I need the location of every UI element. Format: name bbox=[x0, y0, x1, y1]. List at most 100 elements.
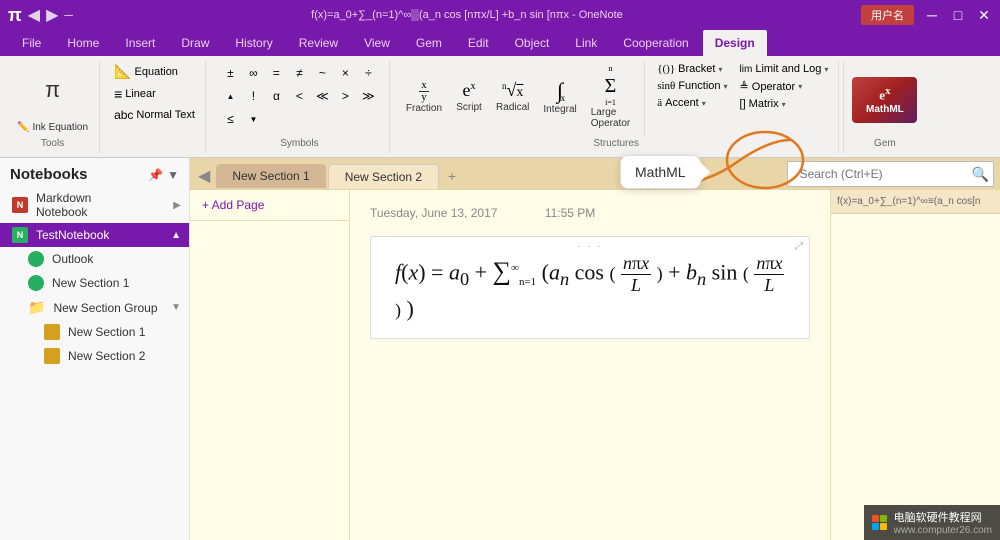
symbols-label: Symbols bbox=[280, 138, 318, 151]
sym-div[interactable]: ÷ bbox=[357, 62, 379, 84]
tools-label: Tools bbox=[41, 138, 64, 151]
sym-tilde[interactable]: ~ bbox=[311, 62, 333, 84]
sidebar-item-section-group[interactable]: 📁 New Section Group ▼ bbox=[0, 295, 189, 320]
watermark: 电脑软硬件教程网 www.computer26.com bbox=[864, 505, 1000, 540]
tab-file[interactable]: File bbox=[10, 30, 53, 56]
limit-log-dropdown[interactable]: lim Limit and Log ▾ bbox=[736, 62, 833, 76]
sym-gg[interactable]: ≫ bbox=[357, 85, 379, 107]
linear-icon: ≡ bbox=[114, 86, 122, 102]
sym-lt[interactable]: < bbox=[288, 85, 310, 107]
pin-btn[interactable]: ─ bbox=[64, 8, 73, 22]
maximize-btn[interactable]: □ bbox=[950, 7, 966, 23]
sym-pm[interactable]: ± bbox=[219, 62, 241, 84]
sym-neq[interactable]: ≠ bbox=[288, 62, 310, 84]
matrix-dropdown[interactable]: [] Matrix ▾ bbox=[736, 97, 790, 111]
mathml-gem-btn[interactable]: ex MathML bbox=[852, 77, 917, 122]
tab-view[interactable]: View bbox=[352, 30, 402, 56]
sidebar-item-testnotebook[interactable]: N TestNotebook ▲ bbox=[0, 223, 189, 247]
markdown-expand-icon[interactable]: ▶ bbox=[173, 200, 181, 211]
ribbon-group-equation-type: 📐 Equation ≡ Linear abc Normal Text bbox=[104, 60, 206, 153]
subsection1-label: New Section 1 bbox=[68, 325, 145, 339]
minimize-btn[interactable]: ─ bbox=[924, 7, 940, 23]
note-time-value: 11:55 PM bbox=[545, 206, 595, 220]
sidebar-item-markdown[interactable]: N MarkdownNotebook ▶ bbox=[0, 187, 189, 223]
sym-excl[interactable]: ! bbox=[242, 85, 264, 107]
tab-review[interactable]: Review bbox=[287, 30, 350, 56]
section-tab-2[interactable]: New Section 2 bbox=[328, 164, 439, 189]
bracket-dropdown[interactable]: {()} Bracket ▾ bbox=[653, 62, 726, 76]
tab-gem[interactable]: Gem bbox=[404, 30, 454, 56]
sidebar-item-new-section1[interactable]: New Section 1 bbox=[0, 271, 189, 295]
equation-btn[interactable]: π bbox=[37, 62, 68, 117]
search-input[interactable] bbox=[792, 164, 972, 184]
note-date-value: Tuesday, June 13, 2017 bbox=[370, 206, 497, 220]
sidebar-item-outlook[interactable]: Outlook bbox=[0, 247, 189, 271]
ink-equation-btn[interactable]: ✏️ Ink Equation bbox=[12, 119, 93, 136]
function-icon: sinθ bbox=[657, 80, 675, 92]
ribbon-group-gem: ex MathML Gem bbox=[843, 60, 925, 153]
tab-design[interactable]: Design bbox=[703, 30, 767, 56]
linear-btn[interactable]: ≡ Linear bbox=[110, 85, 160, 103]
sym-gt[interactable]: > bbox=[334, 85, 356, 107]
forward-btn[interactable]: ▶ bbox=[46, 5, 58, 25]
sym-leq[interactable]: ≤ bbox=[219, 108, 241, 130]
sidebar-chevron-icon[interactable]: ▼ bbox=[167, 168, 179, 182]
close-btn[interactable]: ✕ bbox=[976, 7, 992, 23]
search-icon[interactable]: 🔍 bbox=[972, 166, 989, 183]
sidebar-pin-icon[interactable]: 📌 bbox=[148, 168, 163, 182]
normal-text-btn[interactable]: abc Normal Text bbox=[110, 107, 199, 123]
new-section1-icon bbox=[28, 275, 44, 291]
section-tab-1[interactable]: New Section 1 bbox=[216, 164, 325, 188]
outlook-label: Outlook bbox=[52, 252, 93, 266]
eq-expand-icon[interactable]: ⤢ bbox=[795, 241, 803, 252]
fraction-btn[interactable]: x y Fraction bbox=[400, 78, 448, 116]
section-nav-back[interactable]: ◀ bbox=[198, 166, 210, 186]
sym-times[interactable]: × bbox=[334, 62, 356, 84]
section-group-label: New Section Group bbox=[53, 301, 157, 315]
script-btn[interactable]: ex Script bbox=[450, 78, 488, 115]
back-btn[interactable]: ◀ bbox=[28, 5, 40, 25]
watermark-text: 电脑软硬件教程网 www.computer26.com bbox=[894, 509, 992, 536]
tab-insert[interactable]: Insert bbox=[113, 30, 167, 56]
add-page-btn[interactable]: + Add Page bbox=[190, 190, 349, 221]
section-group-expand[interactable]: ▼ bbox=[171, 302, 181, 313]
tab-draw[interactable]: Draw bbox=[169, 30, 221, 56]
ribbon-group-tools: π ✏️ Ink Equation Tools bbox=[6, 60, 100, 153]
right-panel: f(x)=a_0+∑_(n=1)^∞≡(a_n cos[n bbox=[830, 190, 1000, 540]
user-btn[interactable]: 用户名 bbox=[861, 5, 914, 25]
sym-alpha[interactable]: α bbox=[265, 85, 287, 107]
markdown-notebook-label: MarkdownNotebook bbox=[36, 191, 91, 219]
title-bar-left: π ◀ ▶ ─ bbox=[8, 5, 73, 26]
tab-link[interactable]: Link bbox=[563, 30, 609, 56]
sidebar-item-subsection2[interactable]: New Section 2 bbox=[0, 344, 189, 368]
function-dropdown[interactable]: sinθ Function ▾ bbox=[653, 79, 731, 93]
tab-edit[interactable]: Edit bbox=[456, 30, 501, 56]
sym-expand[interactable]: ▲ bbox=[219, 85, 241, 107]
integral-btn[interactable]: ∫x Integral bbox=[537, 76, 582, 117]
sym-inf[interactable]: ∞ bbox=[242, 62, 264, 84]
professional-btn[interactable]: 📐 Equation bbox=[110, 62, 182, 81]
sym-ll[interactable]: ≪ bbox=[311, 85, 333, 107]
tab-history[interactable]: History bbox=[223, 30, 284, 56]
notebooks-title: Notebooks bbox=[10, 166, 88, 183]
radical-btn[interactable]: n√x Radical bbox=[490, 78, 535, 115]
sym-eq[interactable]: = bbox=[265, 62, 287, 84]
tab-home[interactable]: Home bbox=[55, 30, 111, 56]
operator-dropdown[interactable]: ≜ Operator ▾ bbox=[736, 79, 807, 94]
bracket-dropdown-arrow: ▾ bbox=[718, 65, 722, 74]
tab-object[interactable]: Object bbox=[503, 30, 562, 56]
sidebar-item-subsection1[interactable]: New Section 1 bbox=[0, 320, 189, 344]
structures-label: Structures bbox=[593, 138, 639, 151]
equation-text: f(x) = a0 + ∑∞n=1 (an cos ( nπx L ) + bn… bbox=[395, 253, 785, 322]
tab-cooperation[interactable]: Cooperation bbox=[611, 30, 700, 56]
testnotebook-icon: N bbox=[12, 227, 28, 243]
section-tab-add[interactable]: + bbox=[441, 165, 463, 187]
testnotebook-collapse-icon[interactable]: ▲ bbox=[171, 230, 181, 241]
gem-label: Gem bbox=[874, 138, 896, 151]
right-panel-preview: f(x)=a_0+∑_(n=1)^∞≡(a_n cos[n bbox=[831, 190, 1000, 214]
large-operator-btn[interactable]: n Σ i=1 LargeOperator bbox=[585, 62, 636, 131]
sidebar-header: Notebooks 📌 ▼ bbox=[0, 158, 189, 187]
pages-list: + Add Page bbox=[190, 190, 350, 540]
sym-expand2[interactable]: ▼ bbox=[242, 108, 264, 130]
accent-dropdown[interactable]: ä Accent ▾ bbox=[653, 96, 710, 110]
